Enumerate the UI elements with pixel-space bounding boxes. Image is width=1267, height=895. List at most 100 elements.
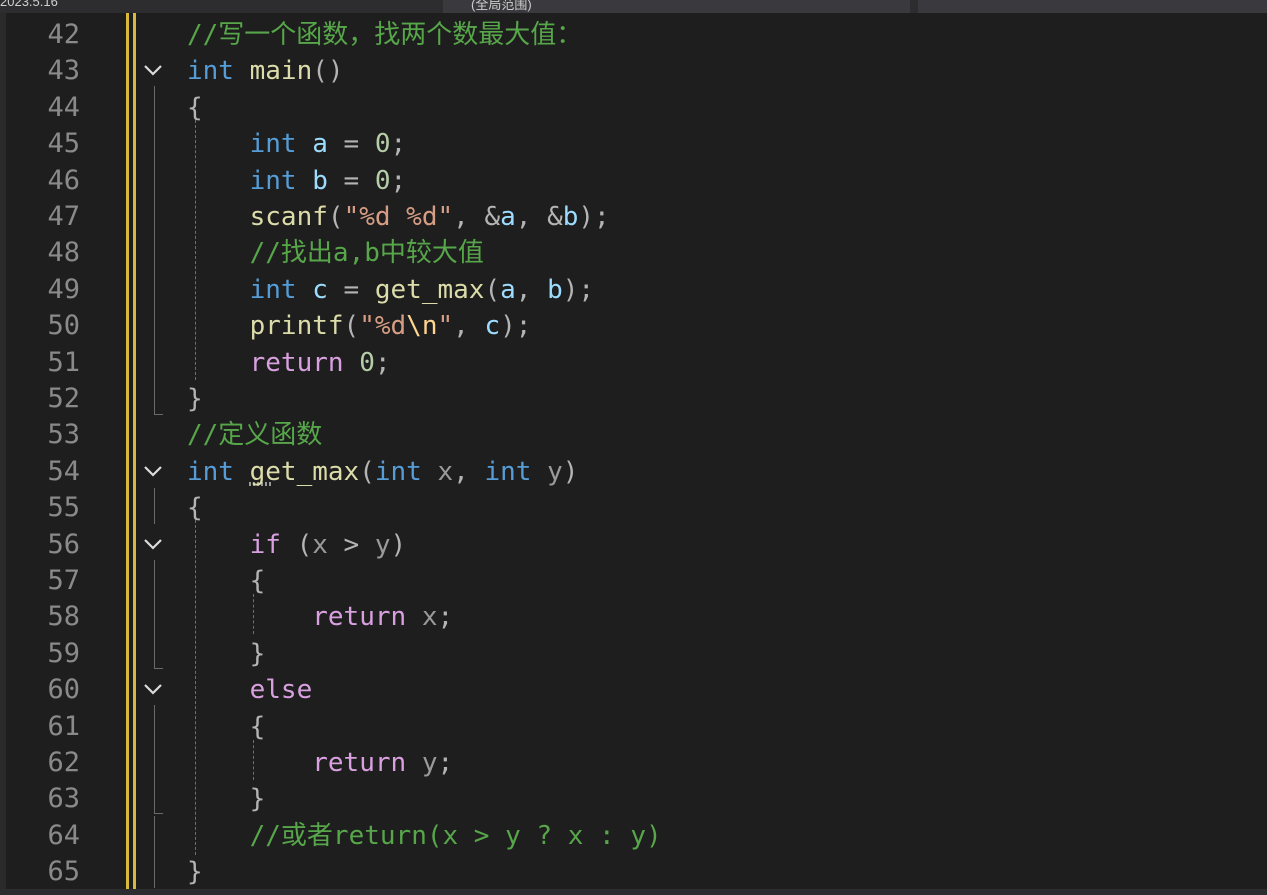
code-token: ( bbox=[484, 274, 501, 305]
line-number: 43 bbox=[47, 55, 80, 87]
code-text: //写一个函数，找两个数最大值： bbox=[187, 17, 582, 53]
code-line[interactable]: 56 if (x > y) bbox=[0, 527, 1267, 563]
code-token: a bbox=[500, 202, 516, 232]
line-number: 55 bbox=[47, 492, 80, 524]
chevron-down-icon[interactable] bbox=[143, 537, 163, 551]
code-token: a bbox=[312, 129, 328, 160]
code-token: get_max bbox=[374, 274, 485, 305]
code-token: ( bbox=[359, 456, 375, 487]
code-line[interactable]: 58 return x; bbox=[0, 599, 1267, 635]
code-text: } bbox=[187, 636, 266, 672]
code-token: ); bbox=[562, 274, 595, 305]
code-token: //找出a,b中较大值 bbox=[249, 238, 484, 269]
code-line[interactable]: 53 //定义函数 bbox=[0, 417, 1267, 453]
code-token: c bbox=[312, 274, 328, 305]
code-token: int bbox=[249, 129, 297, 160]
code-token: b bbox=[547, 274, 563, 305]
line-number: 60 bbox=[47, 674, 80, 706]
code-text: { bbox=[187, 709, 266, 745]
line-number: 52 bbox=[47, 383, 80, 414]
line-number: 56 bbox=[47, 528, 80, 560]
code-token: int bbox=[187, 56, 234, 87]
code-token: int bbox=[187, 456, 234, 487]
code-line[interactable]: 60 else bbox=[0, 672, 1267, 708]
chevron-down-icon[interactable] bbox=[143, 464, 163, 478]
member-dropdown[interactable] bbox=[918, 0, 1267, 13]
code-token: ; bbox=[390, 165, 407, 196]
line-number: 42 bbox=[47, 19, 80, 50]
code-token: int bbox=[249, 274, 297, 305]
code-line[interactable]: 55 { bbox=[0, 490, 1267, 526]
code-line[interactable]: 47 scanf("%d %d", &a, &b); bbox=[0, 199, 1267, 235]
code-line[interactable]: 59 } bbox=[0, 636, 1267, 672]
code-text: int a = 0; bbox=[187, 126, 407, 162]
code-token: printf bbox=[249, 311, 344, 342]
code-token: y bbox=[374, 529, 391, 560]
code-token: return bbox=[249, 347, 344, 378]
code-token: 0 bbox=[374, 165, 391, 196]
code-token: " bbox=[437, 311, 454, 342]
code-token: scanf bbox=[249, 202, 328, 232]
line-number: 61 bbox=[47, 710, 80, 742]
code-token: int bbox=[249, 165, 297, 196]
code-text: return 0; bbox=[187, 345, 391, 381]
code-token: x bbox=[421, 602, 438, 633]
code-token: , & bbox=[453, 202, 501, 232]
code-line[interactable]: 54 int get_max(int x, int y) bbox=[0, 454, 1267, 490]
code-line[interactable]: 65} bbox=[0, 854, 1267, 890]
chevron-down-icon[interactable] bbox=[143, 682, 163, 696]
code-token: > bbox=[327, 529, 375, 560]
code-text: //或者return(x > y ? x : y) bbox=[187, 818, 662, 854]
code-line[interactable]: 52} bbox=[0, 381, 1267, 417]
code-line[interactable]: 48 //找出a,b中较大值 bbox=[0, 235, 1267, 271]
code-line[interactable]: 64 //或者return(x > y ? x : y) bbox=[0, 818, 1267, 854]
code-line[interactable]: 45 int a = 0; bbox=[0, 126, 1267, 162]
line-number: 64 bbox=[47, 819, 80, 851]
scope-dropdown[interactable]: (全局范围) bbox=[443, 0, 910, 13]
code-token: ); bbox=[578, 202, 610, 232]
code-line[interactable]: 61 { bbox=[0, 709, 1267, 745]
code-token: else bbox=[249, 675, 313, 706]
code-line[interactable]: 51 return 0; bbox=[0, 345, 1267, 381]
code-token: ; bbox=[437, 602, 454, 633]
chevron-down-icon[interactable] bbox=[143, 63, 163, 77]
code-line[interactable]: 57 { bbox=[0, 563, 1267, 599]
code-token: b bbox=[312, 165, 328, 196]
code-token: ) bbox=[562, 456, 579, 487]
line-number: 49 bbox=[47, 273, 80, 305]
line-number: 62 bbox=[47, 747, 80, 778]
code-line[interactable]: 46 int b = 0; bbox=[0, 163, 1267, 199]
code-line[interactable]: 50 printf("%d\n", c); bbox=[0, 308, 1267, 344]
code-token: } bbox=[187, 384, 203, 414]
editor-status-strip bbox=[0, 889, 1267, 895]
code-line[interactable]: 42 //写一个函数，找两个数最大值： bbox=[0, 17, 1267, 53]
code-line[interactable]: 63 } bbox=[0, 781, 1267, 817]
code-text: int b = 0; bbox=[187, 163, 407, 199]
code-token: return bbox=[312, 748, 407, 778]
code-token: //写一个函数，找两个数最大值： bbox=[187, 20, 583, 50]
code-line[interactable]: 62 return y; bbox=[0, 745, 1267, 781]
code-token: y bbox=[547, 456, 563, 487]
code-token: ; bbox=[390, 129, 407, 160]
code-token: ; bbox=[437, 748, 454, 778]
code-line[interactable]: 49 int c = get_max(a, b); bbox=[0, 272, 1267, 308]
code-token: { bbox=[249, 566, 266, 596]
code-text: if (x > y) bbox=[187, 527, 407, 563]
code-text: return y; bbox=[187, 745, 453, 781]
code-token: ( bbox=[280, 529, 313, 560]
code-line[interactable]: 44 { bbox=[0, 90, 1267, 126]
code-text: else bbox=[187, 672, 313, 708]
code-token: ( bbox=[343, 311, 360, 342]
code-line[interactable]: 43 int main() bbox=[0, 53, 1267, 89]
